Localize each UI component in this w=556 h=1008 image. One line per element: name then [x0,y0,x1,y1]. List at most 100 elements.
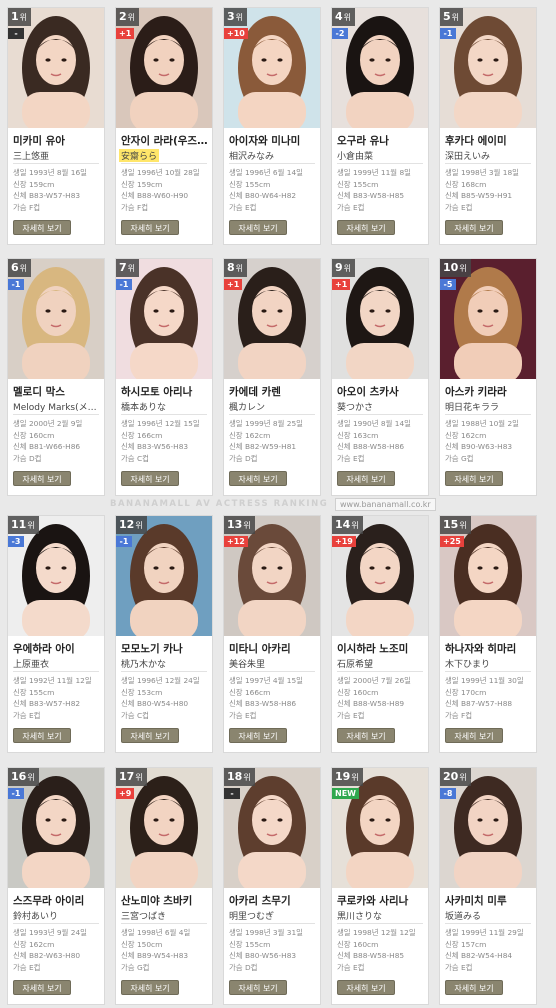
actress-name-korean[interactable]: 미타니 아카리 [229,641,317,656]
birth-date: 생일 1993년 9월 24일 [13,928,87,937]
detail-button[interactable]: 자세히 보기 [229,980,287,995]
actress-card[interactable]: 18위 - 아카리 츠무기 明里つむぎ 생일 1998년 3월 31일 신장 155cm 신… [223,767,321,1005]
detail-button[interactable]: 자세히 보기 [121,471,179,486]
detail-button[interactable]: 자세히 보기 [121,980,179,995]
actress-card[interactable]: 12위 -1 모모노기 카나 桃乃木かな 생일 1996년 12월 24일 신장 153c… [115,515,213,753]
actress-card[interactable]: 7위 -1 하시모토 아리나 橋本ありな 생일 1996년 12월 15일 신장 166c… [115,258,213,496]
rank-change-badge: -1 [8,788,24,799]
actress-card[interactable]: 15위 +25 하나자와 히마리 木下ひまり 생일 1999년 11월 30일 신장 17… [439,515,537,753]
divider [121,671,207,672]
actress-card[interactable]: 19위 NEW 쿠로카와 사리나 黒川さりな 생일 1998년 12월 12일 신장 16… [331,767,429,1005]
detail-button[interactable]: 자세히 보기 [445,220,503,235]
birth-date: 생일 1998년 3월 18일 [445,168,519,177]
divider [445,163,531,164]
height: 신장 166cm [229,687,271,697]
actress-name-japanese: 上原亜衣 [13,660,50,670]
divider [121,414,207,415]
actress-name-korean[interactable]: 카에데 카렌 [229,384,317,399]
actress-card[interactable]: 14위 +19 이시하라 노조미 石原希望 생일 2000년 7월 26일 신장 160c… [331,515,429,753]
rank-change-badge: -5 [440,279,456,290]
detail-button[interactable]: 자세히 보기 [337,220,395,235]
divider [121,163,207,164]
actress-card[interactable]: 5위 -1 후카다 에이미 深田えいみ 생일 1998년 3월 18일 신장 168cm 신… [439,7,537,245]
rank-change-badge: +19 [332,536,356,547]
actress-info: 생일 1993년 8월 16일 신장 159cm 신체 B83-W57-H83 가슴 … [13,167,101,213]
detail-button[interactable]: 자세히 보기 [13,471,71,486]
actress-name-korean[interactable]: 아카리 츠무기 [229,893,317,908]
height: 신장 153cm [121,687,163,697]
birth-date: 생일 1988년 10월 2일 [445,419,519,428]
detail-button[interactable]: 자세히 보기 [337,471,395,486]
detail-button[interactable]: 자세히 보기 [445,471,503,486]
actress-name-korean[interactable]: 멜로디 막스 [13,384,101,399]
body-size: 신체 B83-W58-H86 [229,699,297,709]
actress-name-korean[interactable]: 산노미야 츠바키 [121,893,209,908]
body-size: 신체 B80-W54-H80 [121,699,189,709]
detail-button[interactable]: 자세히 보기 [445,980,503,995]
body-size: 신체 B83-W58-H85 [337,191,405,201]
actress-card[interactable]: 1위 - 미카미 유아 三上悠亜 생일 1993년 8월 16일 신장 159cm 신체 B… [7,7,105,245]
rank-change-badge: -3 [8,536,24,547]
actress-name-korean[interactable]: 미카미 유아 [13,133,101,148]
divider [337,163,423,164]
actress-card[interactable]: 17위 +9 산노미야 츠바키 三宮つばき 생일 1998년 6월 4일 신장 150cm… [115,767,213,1005]
detail-button[interactable]: 자세히 보기 [229,728,287,743]
actress-name-korean[interactable]: 우에하라 아이 [13,641,101,656]
actress-info: 생일 1996년 10월 28일 신장 159cm 신체 B88-W60-H90 가슴… [121,167,209,213]
actress-card[interactable]: 2위 +1 안자이 라라(우즈… 安齋らら 생일 1996년 10월 28일 신장 159… [115,7,213,245]
actress-card[interactable]: 11위 -3 우에하라 아이 上原亜衣 생일 1992년 11월 12일 신장 155cm… [7,515,105,753]
actress-name-korean[interactable]: 후카다 에이미 [445,133,533,148]
actress-name-korean[interactable]: 오구라 유나 [337,133,425,148]
detail-button[interactable]: 자세히 보기 [13,220,71,235]
detail-button[interactable]: 자세히 보기 [121,728,179,743]
actress-card[interactable]: 13위 +12 미타니 아카리 美谷朱里 생일 1997년 4월 15일 신장 166cm… [223,515,321,753]
detail-button[interactable]: 자세히 보기 [121,220,179,235]
actress-card[interactable]: 9위 +1 아오이 츠카사 葵つかさ 생일 1990년 8월 14일 신장 163cm 신체… [331,258,429,496]
divider [445,414,531,415]
actress-card[interactable]: 16위 -1 스즈무라 아이리 鈴村あいり 생일 1993년 9월 24일 신장 162c… [7,767,105,1005]
actress-info: 생일 1999년 11월 8일 신장 155cm 신체 B83-W58-H85 가슴 … [337,167,425,213]
rank-change-badge: +10 [224,28,248,39]
actress-name-korean[interactable]: 아이자와 미나미 [229,133,317,148]
actress-info: 생일 1998년 3월 18일 신장 168cm 신체 B85-W59-H91 가슴 … [445,167,533,213]
actress-card[interactable]: 6위 -1 멜로디 막스 Melody Marks(メ… 생일 2000년 2월 9일 신… [7,258,105,496]
rank-change-badge: +25 [440,536,464,547]
actress-name-korean[interactable]: 사카미치 미루 [445,893,533,908]
actress-name-korean[interactable]: 하시모토 아리나 [121,384,209,399]
actress-name-korean[interactable]: 스즈무라 아이리 [13,893,101,908]
rank-badge: 10위 [440,259,471,277]
actress-name-korean[interactable]: 아오이 츠카사 [337,384,425,399]
actress-name-korean[interactable]: 모모노기 카나 [121,641,209,656]
actress-card[interactable]: 8위 +1 카에데 카렌 楓カレン 생일 1999년 8월 25일 신장 162cm 신체 … [223,258,321,496]
detail-button[interactable]: 자세히 보기 [13,980,71,995]
rank-number: 18 [227,770,243,783]
rank-change-badge: - [224,788,240,799]
actress-card[interactable]: 3위 +10 아이자와 미나미 相沢みなみ 생일 1996년 6월 14일 신장 155c… [223,7,321,245]
detail-button[interactable]: 자세히 보기 [337,728,395,743]
actress-card[interactable]: 10위 -5 아스카 키라라 明日花キララ 생일 1988년 10월 2일 신장 162c… [439,258,537,496]
detail-button[interactable]: 자세히 보기 [337,980,395,995]
actress-name-korean[interactable]: 아스카 키라라 [445,384,533,399]
actress-card[interactable]: 4위 -2 오구라 유나 小倉由菜 생일 1999년 11월 8일 신장 155cm 신체 … [331,7,429,245]
actress-name-japanese: 桃乃木かな [121,660,167,670]
detail-button[interactable]: 자세히 보기 [229,471,287,486]
detail-button[interactable]: 자세히 보기 [13,728,71,743]
cup-size: 가슴 C컵 [121,453,149,463]
actress-name-korean[interactable]: 하나자와 히마리 [445,641,533,656]
rank-change-badge: -1 [116,279,132,290]
actress-info: 생일 1990년 8월 14일 신장 163cm 신체 B88-W58-H86 가슴 … [337,418,425,464]
actress-card[interactable]: 20위 -8 사카미치 미루 坂道みる 생일 1999년 11월 29일 신장 157cm… [439,767,537,1005]
detail-button[interactable]: 자세히 보기 [445,728,503,743]
body-size: 신체 B85-W59-H91 [445,191,513,201]
birth-date: 생일 1996년 10월 28일 [121,168,200,177]
actress-name-korean[interactable]: 안자이 라라(우즈… [121,133,209,148]
actress-name-korean[interactable]: 이시하라 노조미 [337,641,425,656]
actress-name-korean[interactable]: 쿠로카와 사리나 [337,893,425,908]
rank-suffix: 위 [451,13,460,22]
height: 신장 155cm [229,939,271,949]
detail-button[interactable]: 자세히 보기 [229,220,287,235]
divider [121,923,207,924]
cup-size: 가슴 D컵 [13,453,42,463]
height: 신장 168cm [445,179,487,189]
body-size: 신체 B89-W54-H83 [121,951,189,961]
